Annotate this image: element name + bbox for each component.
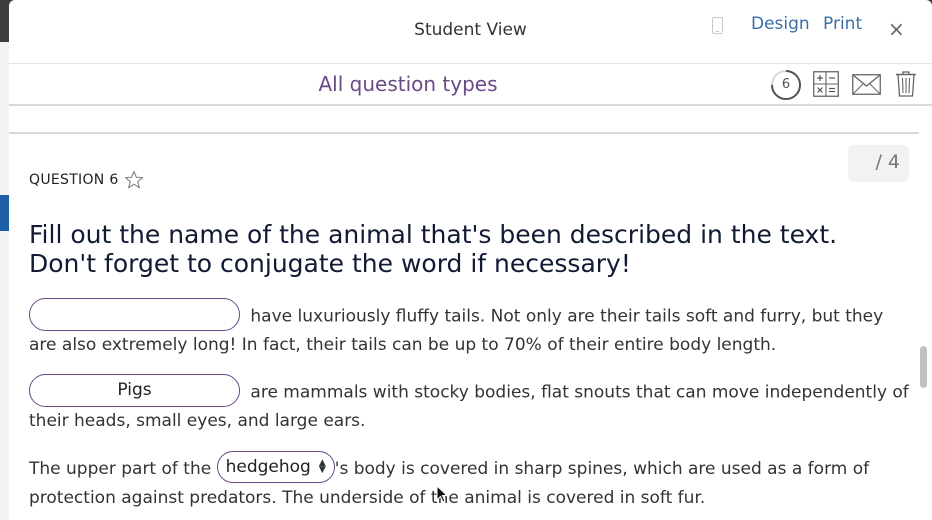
score-box: / 4 <box>848 145 909 182</box>
trash-icon[interactable] <box>895 70 917 97</box>
paragraph-text-before: The upper part of the <box>29 459 212 479</box>
mouse-cursor-icon <box>436 484 449 503</box>
background-page-accent <box>0 195 9 231</box>
question-content: QUESTION 6 / 4 Fill out the name of the … <box>9 106 932 518</box>
close-icon[interactable]: × <box>888 19 905 39</box>
paragraph-3: The upper part of the hedgehog ▲ ▼'s body … <box>29 451 909 512</box>
dropdown-value: hedgehog <box>225 457 311 477</box>
question-prompt: Fill out the name of the animal that's b… <box>29 220 838 278</box>
paragraph-1: have luxuriously fluffy tails. Not only … <box>29 298 909 360</box>
student-view-modal: Student View Design Print × All question… <box>9 0 932 520</box>
animal-dropdown[interactable]: hedgehog ▲ ▼ <box>216 451 335 483</box>
quiz-title: All question types <box>318 72 498 96</box>
paragraph-2: Pigs are mammals with stocky bodies, fla… <box>29 374 909 436</box>
design-link[interactable]: Design <box>751 14 810 34</box>
question-label: QUESTION 6 <box>29 172 119 188</box>
section-divider <box>9 132 919 134</box>
modal-header: Student View Design Print × <box>9 0 932 64</box>
calculator-icon[interactable] <box>813 71 839 97</box>
quiz-toolbar: All question types 6 <box>9 64 932 106</box>
device-icon[interactable] <box>712 17 723 34</box>
blank-input-1[interactable] <box>29 298 240 331</box>
progress-ring-icon: 6 <box>770 69 802 101</box>
blank-input-2[interactable]: Pigs <box>29 374 240 407</box>
print-link[interactable]: Print <box>823 14 862 34</box>
star-icon[interactable] <box>124 170 144 190</box>
mail-icon[interactable] <box>852 74 881 95</box>
scrollbar[interactable] <box>920 346 927 388</box>
progress-count: 6 <box>781 77 791 92</box>
select-arrows-icon: ▲ ▼ <box>318 458 326 475</box>
